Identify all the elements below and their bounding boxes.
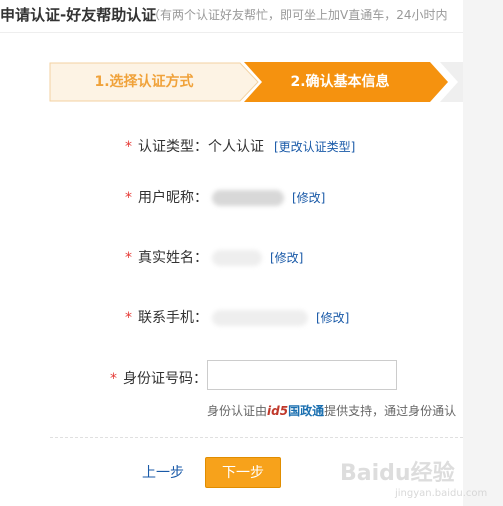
baidu-watermark-url: jingyan.baidu.com <box>395 488 488 499</box>
baidu-watermark: Baidu经验 <box>340 461 455 486</box>
nickname-row: * 用户昵称： [修改] <box>125 187 325 207</box>
step-2-label: 2.确认基本信息 <box>290 74 390 90</box>
header-divider <box>0 32 463 33</box>
phone-row: * 联系手机： [修改] <box>125 307 349 327</box>
id-number-label: 身份证号码： <box>123 371 207 387</box>
gztong-brand: 国政通 <box>288 404 325 418</box>
required-mark: * <box>125 190 132 206</box>
hint-suffix: 提供支持，通过身份通认 <box>324 404 457 418</box>
hint-prefix: 身份认证由 <box>207 404 268 418</box>
cert-type-row: * 认证类型：个人认证 [更改认证类型] <box>125 136 355 156</box>
required-mark: * <box>110 371 117 387</box>
cert-type-label: 认证类型： <box>138 139 208 155</box>
step-1-label: 1.选择认证方式 <box>94 74 194 90</box>
phone-label: 联系手机： <box>138 310 208 326</box>
nickname-value-redacted <box>212 190 284 206</box>
nickname-label: 用户昵称： <box>138 190 208 206</box>
cert-type-value: 个人认证 <box>208 139 264 155</box>
real-name-label: 真实姓名： <box>138 250 208 266</box>
id5-logo: id5 <box>267 404 289 418</box>
change-cert-type-link[interactable]: [更改认证类型] <box>274 140 355 154</box>
page-header: 申请认证-好友帮助认证 （有两个认证好友帮忙，即可坐上加V直通车，24小时内 <box>0 0 463 30</box>
page-panel: 申请认证-好友帮助认证 （有两个认证好友帮忙，即可坐上加V直通车，24小时内 1… <box>0 0 463 506</box>
edit-phone-link[interactable]: [修改] <box>316 311 349 325</box>
real-name-value-redacted <box>212 250 262 266</box>
edit-real-name-link[interactable]: [修改] <box>270 251 303 265</box>
page-subtitle: （有两个认证好友帮忙，即可坐上加V直通车，24小时内 <box>148 8 448 22</box>
required-mark: * <box>125 250 132 266</box>
required-mark: * <box>125 310 132 326</box>
id-verify-hint: 身份认证由id5国政通提供支持，通过身份通认 <box>207 402 456 419</box>
phone-value-redacted <box>212 310 308 326</box>
id-number-label-row: * 身份证号码： <box>110 368 207 388</box>
right-scroll-area <box>463 0 503 506</box>
required-mark: * <box>125 139 132 155</box>
id-number-input[interactable] <box>207 360 397 390</box>
next-step-button[interactable]: 下一步 <box>205 457 281 488</box>
form-divider <box>50 437 463 438</box>
prev-step-button[interactable]: 上一步 <box>142 462 184 482</box>
edit-nickname-link[interactable]: [修改] <box>292 191 325 205</box>
page-title: 申请认证-好友帮助认证 <box>0 6 157 24</box>
real-name-row: * 真实姓名： [修改] <box>125 247 303 267</box>
